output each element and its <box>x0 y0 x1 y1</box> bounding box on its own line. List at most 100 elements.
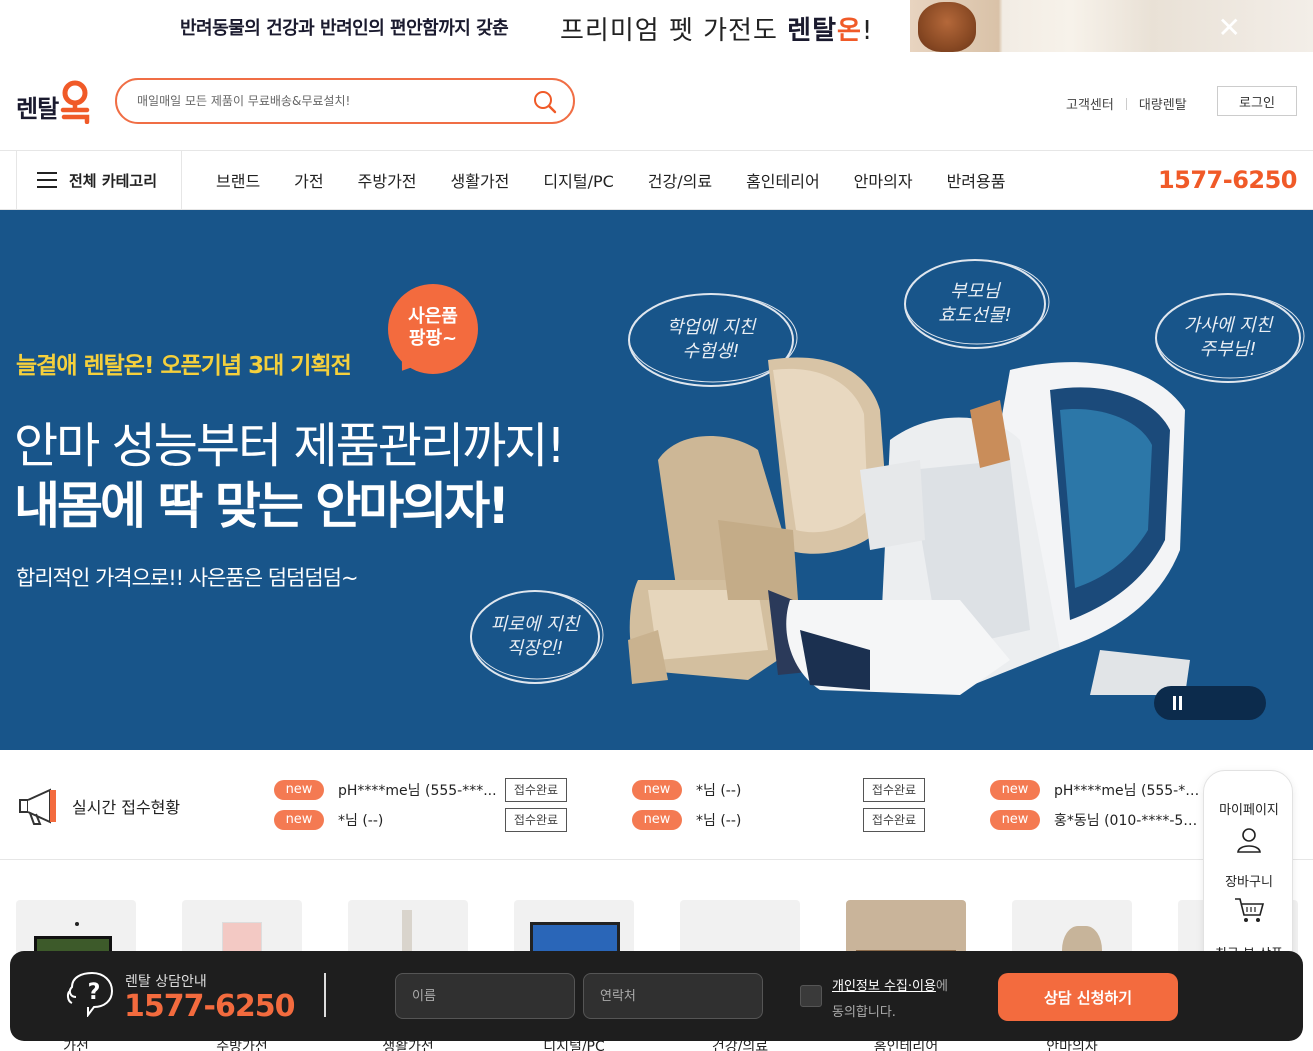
top-promo-banner[interactable]: 반려동물의 건강과 반려인의 편안함까지 갖춘 프리미엄 펫 가전도 렌탈온! … <box>0 0 1313 52</box>
new-tag: new <box>632 780 682 800</box>
nav-item-brand[interactable]: 브랜드 <box>216 168 260 192</box>
bubble-housewife-line1: 가사에 지친 <box>1183 315 1273 336</box>
status-badge: 접수완료 <box>505 808 567 832</box>
quick-cart[interactable]: 장바구니 <box>1204 871 1294 924</box>
nav-phone-number: 1577-6250 <box>1157 166 1298 194</box>
megaphone-icon <box>19 788 56 825</box>
applicant-name: 홍*동님 (010-****-567... <box>1054 813 1200 829</box>
privacy-suffix: 에 <box>935 979 948 994</box>
name-input[interactable] <box>395 973 575 1019</box>
applicant-name: *님 (--) <box>696 783 742 799</box>
all-category-label: 전체 카테고리 <box>69 171 158 190</box>
nav-item-digital[interactable]: 디지털/PC <box>543 168 613 192</box>
consult-question-icon: ? <box>66 971 114 1017</box>
new-tag: new <box>274 780 324 800</box>
status-badge: 접수완료 <box>505 778 567 802</box>
slider-control <box>1154 686 1266 720</box>
hero-banner[interactable]: 늘곁애 렌탈온! 오픈기념 3대 기획전 사은품 팡팡~ 안마 성능부터 제품관… <box>0 210 1313 750</box>
status-badge: 접수완료 <box>863 808 925 832</box>
header-links: 고객센터 대량렌탈 <box>1066 94 1187 113</box>
consult-title: 렌탈 상담안내 <box>125 974 207 990</box>
contact-input[interactable] <box>583 973 763 1019</box>
dog-image <box>918 2 976 52</box>
consult-phone: 1577-6250 <box>124 989 295 1024</box>
quick-mypage[interactable]: 마이페이지 <box>1204 799 1294 854</box>
navy-massage-chair-image <box>786 362 1190 695</box>
privacy-policy-link[interactable]: 개인정보 수집·이용 <box>832 979 936 994</box>
bubble-parents-line2: 효도선물! <box>938 305 1012 326</box>
all-category-button[interactable]: 전체 카테고리 <box>16 151 182 209</box>
agree-text: 동의합니다. <box>832 1005 896 1020</box>
realtime-status-section: 실시간 접수현황 new pH****me님 (555-***... 접수완료 … <box>0 750 1313 860</box>
bubble-housewife-line2: 주부님! <box>1199 339 1257 360</box>
pause-icon[interactable] <box>1170 696 1184 710</box>
quick-cart-label: 장바구니 <box>1225 875 1273 890</box>
nav-item-massage-chair[interactable]: 안마의자 <box>854 168 913 192</box>
nav-item-interior[interactable]: 홈인테리어 <box>746 168 820 192</box>
menu-icon <box>37 172 57 188</box>
realtime-title: 실시간 접수현황 <box>16 784 180 828</box>
bubble-worker-line1: 피로에 지친 <box>490 614 580 635</box>
consult-divider <box>324 973 326 1017</box>
promo-brand-b: 온 <box>837 16 862 46</box>
promo-text-right: 프리미엄 펫 가전도 렌탈온! <box>560 10 873 47</box>
quick-mypage-label: 마이페이지 <box>1219 803 1279 818</box>
applicant-name: *님 (--) <box>338 813 384 829</box>
gift-badge: 사은품 팡팡~ <box>388 284 478 374</box>
cart-icon <box>1235 898 1265 922</box>
nav-item-pet[interactable]: 반려용품 <box>947 168 1006 192</box>
nav-item-health[interactable]: 건강/의료 <box>648 168 712 192</box>
search-icon[interactable] <box>533 90 557 114</box>
privacy-consent-line: 개인정보 수집·이용에 <box>832 975 948 994</box>
close-icon[interactable]: ✕ <box>1218 14 1241 42</box>
hero-title-line2: 내몸에 딱 맞는 안마의자! <box>14 477 510 535</box>
applicant-name: pH****me님 (555-***... <box>1054 783 1200 799</box>
consult-bar: ? 렌탈 상담안내 1577-6250 개인정보 수집·이용에 동의합니다. 상… <box>10 951 1303 1041</box>
bubble-student-line1: 학업에 지친 <box>666 317 756 338</box>
bubble-worker: 피로에 지친직장인! <box>466 586 604 688</box>
customer-center-link[interactable]: 고객센터 <box>1066 94 1114 113</box>
main-nav: 전체 카테고리 브랜드 가전 주방가전 생활가전 디지털/PC 건강/의료 홈인… <box>0 150 1313 210</box>
new-tag: new <box>274 810 324 830</box>
nav-menu: 브랜드 가전 주방가전 생활가전 디지털/PC 건강/의료 홈인테리어 안마의자… <box>216 151 1039 209</box>
realtime-row: new 홍*동님 (010-****-567... <box>990 808 1200 832</box>
search-box <box>115 78 575 124</box>
privacy-agree-checkbox[interactable] <box>800 985 822 1007</box>
apply-consult-button[interactable]: 상담 신청하기 <box>998 973 1178 1021</box>
hero-subtitle: 늘곁애 렌탈온! 오픈기념 3대 기획전 <box>16 353 352 379</box>
login-button[interactable]: 로그인 <box>1217 86 1297 116</box>
svg-text:?: ? <box>88 980 101 1005</box>
header-link-divider <box>1125 97 1127 110</box>
gift-badge-line2: 팡팡~ <box>408 328 458 349</box>
bulk-rental-link[interactable]: 대량렌탈 <box>1139 94 1187 113</box>
gift-badge-line1: 사은품 <box>408 306 458 327</box>
new-tag: new <box>990 780 1040 800</box>
hero-description: 합리적인 가격으로!! 사은품은 덤덤덤덤~ <box>16 566 359 590</box>
realtime-row: new pH****me님 (555-***... 접수완료 <box>274 778 567 802</box>
quick-menu: 마이페이지 장바구니 최근 본 상품 <box>1203 770 1293 970</box>
realtime-row: new pH****me님 (555-***... <box>990 778 1200 802</box>
bubble-parents-line1: 부모님 <box>950 281 1000 302</box>
search-input[interactable] <box>137 90 527 112</box>
realtime-row: new *님 (--) 접수완료 <box>274 808 567 832</box>
logo-text: 렌탈 <box>16 95 59 123</box>
realtime-title-text: 실시간 접수현황 <box>72 798 181 817</box>
promo-brand-a: 렌탈 <box>787 16 837 46</box>
site-logo[interactable]: 렌탈 <box>16 80 90 124</box>
realtime-row: new *님 (--) 접수완료 <box>632 778 925 802</box>
promo-text-left: 반려동물의 건강과 반려인의 편안함까지 갖춘 <box>180 18 509 39</box>
promo-text-right-a: 프리미엄 펫 가전도 <box>560 16 788 46</box>
nav-item-appliance[interactable]: 가전 <box>294 168 323 192</box>
new-tag: new <box>632 810 682 830</box>
logo-on-mark <box>60 80 90 124</box>
user-icon <box>1237 828 1261 853</box>
new-tag: new <box>990 810 1040 830</box>
bubble-worker-line2: 직장인! <box>506 638 564 659</box>
applicant-name: pH****me님 (555-***... <box>338 783 497 799</box>
nav-item-living[interactable]: 생활가전 <box>451 168 510 192</box>
applicant-name: *님 (--) <box>696 813 742 829</box>
status-badge: 접수완료 <box>863 778 925 802</box>
realtime-row: new *님 (--) 접수완료 <box>632 808 925 832</box>
header: 렌탈 고객센터 대량렌탈 로그인 <box>0 52 1313 150</box>
nav-item-kitchen[interactable]: 주방가전 <box>358 168 417 192</box>
